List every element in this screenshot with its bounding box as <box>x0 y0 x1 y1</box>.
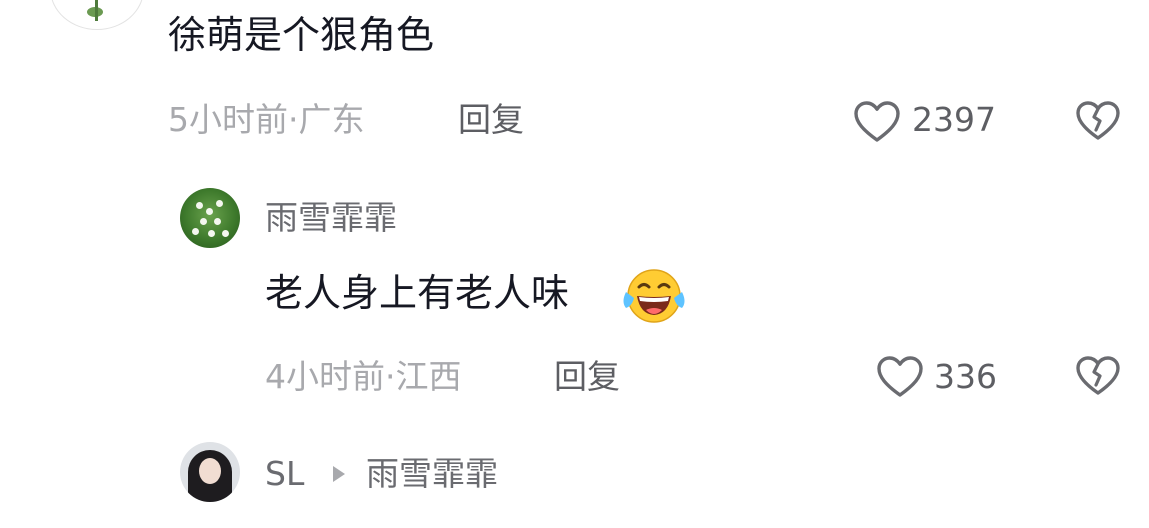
avatar[interactable] <box>180 442 240 502</box>
broken-heart-icon[interactable] <box>1075 355 1121 397</box>
comment-text: 老人身上有老人味 <box>265 271 570 315</box>
reply-arrow-icon <box>333 466 345 482</box>
like-count: 2397 <box>912 100 996 139</box>
comment-meta: 4小时前·江西 <box>265 357 462 396</box>
reply-button[interactable]: 回复 <box>458 100 524 140</box>
heart-icon[interactable] <box>876 355 924 399</box>
avatar[interactable] <box>180 188 240 248</box>
username[interactable]: SL <box>265 454 304 494</box>
heart-icon[interactable] <box>853 100 901 144</box>
comment-meta: 5小时前·广东 <box>168 100 365 139</box>
avatar-flower <box>200 218 207 225</box>
avatar-flower <box>214 218 221 225</box>
avatar-flower <box>192 228 199 235</box>
like-count: 336 <box>934 357 997 396</box>
avatar-flower <box>222 230 229 237</box>
username[interactable]: 雨雪霏霏 <box>265 198 397 238</box>
avatar-flower <box>208 230 215 237</box>
avatar-flower <box>216 200 223 207</box>
laughing-crying-emoji <box>623 269 685 323</box>
comment-text: 徐萌是个狠角色 <box>168 13 435 57</box>
avatar-stem <box>95 0 98 21</box>
avatar-face <box>199 458 221 484</box>
avatar-flower <box>196 202 203 209</box>
reply-to-username[interactable]: 雨雪霏霏 <box>366 454 498 494</box>
avatar[interactable] <box>50 0 144 30</box>
avatar-flower <box>206 208 213 215</box>
broken-heart-icon[interactable] <box>1075 100 1121 142</box>
reply-button[interactable]: 回复 <box>554 357 620 397</box>
